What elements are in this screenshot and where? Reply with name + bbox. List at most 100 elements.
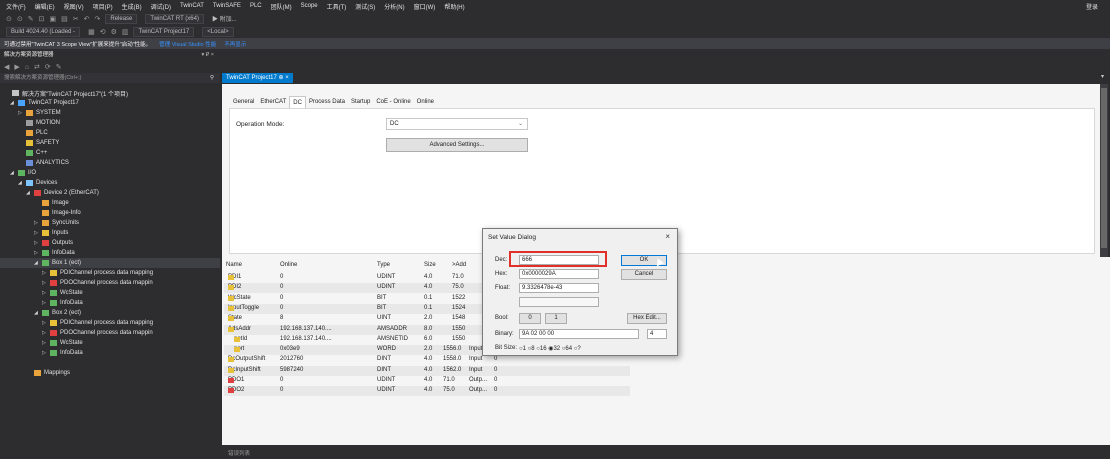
forward-icon[interactable]: ⊙ [17, 15, 23, 23]
column-header[interactable]: Size [424, 262, 436, 268]
hex-edit-button[interactable]: Hex Edit... [627, 313, 667, 324]
menu-item[interactable]: 分析(N) [384, 2, 404, 11]
document-tab[interactable]: TwinCAT Project17 ⊕ × [222, 73, 293, 83]
back-icon[interactable]: ◀ [4, 63, 9, 71]
new-project-icon[interactable]: ✎ [28, 15, 34, 23]
solution-search[interactable]: 搜索解决方案资源管理器(Ctrl+;) ⚲ [0, 73, 220, 83]
activate-config-icon[interactable]: ▦ [88, 28, 95, 36]
refresh-icon[interactable]: ⟳ [45, 63, 51, 71]
table-row[interactable]: DcInputShift 5987240 DINT 4.0 1562.0 Input 0 [224, 365, 630, 376]
tree-node[interactable]: Image-Info [34, 208, 81, 218]
bitsize-radio-group[interactable]: ○1 ○8 ○16 ◉32 ○64 ○? [519, 345, 581, 352]
tree-node[interactable]: ▷ WcState [42, 338, 83, 348]
tree-node[interactable]: ▷ WcState [42, 288, 83, 298]
tree-node[interactable]: ▷ InfoData [34, 248, 75, 258]
tree-node[interactable]: SAFETY [18, 138, 59, 148]
save-all-icon[interactable]: ▤ [61, 15, 68, 23]
column-header[interactable]: Online [280, 262, 297, 268]
forward-icon[interactable]: ▶ [14, 63, 19, 71]
expand-arrow-icon[interactable]: ▷ [42, 340, 50, 346]
error-list-tab[interactable]: 错误列表 [228, 449, 250, 457]
tab-coe-online[interactable]: CoE - Online [373, 96, 413, 108]
platform-select[interactable]: TwinCAT RT (x64) [145, 13, 204, 24]
float-input[interactable]: 9.3326478e-43 [519, 283, 599, 293]
operation-mode-select[interactable]: DC ⌄ [386, 118, 528, 130]
table-row[interactable]: DcOutputShift 2012760 DINT 4.0 1558.0 Input 0 [224, 355, 630, 365]
undo-icon[interactable]: ↶ [84, 15, 90, 23]
scrollbar-thumb[interactable] [1101, 88, 1107, 248]
expand-arrow-icon[interactable]: ▷ [42, 320, 50, 326]
pin-icon[interactable]: ⊕ [278, 75, 283, 81]
tab-dc[interactable]: DC [289, 96, 306, 108]
config-mode-icon[interactable]: ⚙ [111, 28, 117, 36]
menu-item[interactable]: 生成(B) [122, 2, 142, 11]
tree-node[interactable]: ◢ Device 2 (EtherCAT) [26, 188, 99, 198]
expand-arrow-icon[interactable]: ◢ [26, 190, 34, 196]
project-select[interactable]: TwinCAT Project17 [133, 26, 195, 37]
menu-item[interactable]: 调试(D) [151, 2, 171, 11]
menu-item[interactable]: Scope [301, 3, 318, 9]
expand-arrow-icon[interactable]: ▷ [42, 280, 50, 286]
tree-node[interactable]: ▷ PDOChannel process data mappin [42, 328, 153, 338]
menu-item[interactable]: 测试(S) [355, 2, 375, 11]
scan-icon[interactable]: ▥ [122, 28, 129, 36]
tree-node[interactable]: MOTION [18, 118, 60, 128]
back-icon[interactable]: ⊙ [6, 15, 12, 23]
menu-item[interactable]: 视图(V) [64, 2, 84, 11]
tree-node[interactable]: ▷ Inputs [34, 228, 68, 238]
attach-button[interactable]: ▶ 附加... [212, 14, 237, 23]
expand-arrow-icon[interactable]: ▷ [42, 290, 50, 296]
menu-item[interactable]: PLC [250, 3, 262, 9]
expand-arrow-icon[interactable]: ▷ [42, 300, 50, 306]
tab-online[interactable]: Online [414, 96, 437, 108]
tree-node[interactable]: ▷ InfoData [42, 348, 83, 358]
redo-icon[interactable]: ↷ [95, 15, 101, 23]
expand-arrow-icon[interactable]: ▷ [42, 330, 50, 336]
tree-node[interactable]: PLC [18, 128, 48, 138]
menu-item[interactable]: 项目(P) [93, 2, 113, 11]
editor-scrollbar[interactable] [1100, 84, 1108, 257]
hex-input[interactable]: 0x0000029A [519, 269, 599, 279]
advanced-settings-button[interactable]: Advanced Settings... [386, 138, 528, 152]
tree-node[interactable]: ▷ InfoData [42, 298, 83, 308]
menu-item[interactable]: TwinSAFE [213, 3, 241, 9]
expand-arrow-icon[interactable]: ▷ [42, 270, 50, 276]
menu-item[interactable]: TwinCAT [180, 3, 204, 9]
switch-views-icon[interactable]: ⇄ [34, 63, 40, 71]
tree-node[interactable]: ▷ PDIChannel process data mapping [42, 268, 153, 278]
binary-input[interactable]: 9A 02 00 00 [519, 329, 639, 339]
expand-arrow-icon[interactable]: ▷ [34, 230, 42, 236]
expand-arrow-icon[interactable]: ▷ [34, 220, 42, 226]
menu-item[interactable]: 编辑(E) [35, 2, 55, 11]
tree-node[interactable]: ▷ PDOChannel process data mappin [42, 278, 153, 288]
tree-node[interactable]: 解决方案"TwinCAT Project17"(1 个项目) [4, 88, 128, 98]
chevron-down-icon[interactable]: ▾ [1101, 73, 1104, 80]
tree-node[interactable]: ◢ Devices [18, 178, 57, 188]
expand-arrow-icon[interactable]: ◢ [18, 180, 26, 186]
tree-node[interactable]: ◢ Box 1 (ect) [0, 258, 220, 268]
expand-arrow-icon[interactable]: ◢ [10, 170, 18, 176]
column-header[interactable]: Name [226, 262, 242, 268]
home-icon[interactable]: ⌂ [25, 64, 29, 71]
tree-node[interactable]: ◢ I/O [10, 168, 36, 178]
configuration-select[interactable]: Release [105, 13, 138, 24]
tab-general[interactable]: General [230, 96, 257, 108]
tree-node[interactable]: ▷ PDIChannel process data mapping [42, 318, 153, 328]
tree-node[interactable]: ANALYTICS [18, 158, 69, 168]
expand-arrow-icon[interactable]: ▷ [42, 350, 50, 356]
column-header[interactable]: Type [377, 262, 390, 268]
panel-controls[interactable]: ▾ ₽ × [201, 50, 214, 61]
menu-item[interactable]: 帮助(H) [444, 2, 464, 11]
menu-item[interactable]: 工具(T) [327, 2, 347, 11]
expand-arrow-icon[interactable]: ▷ [34, 250, 42, 256]
tree-node[interactable]: C++ [18, 148, 47, 158]
table-row[interactable]: PDO2 0 UDINT 4.0 75.0 Outp... 0 [224, 386, 630, 397]
cancel-button[interactable]: Cancel [621, 269, 667, 280]
expand-arrow-icon[interactable]: ▷ [18, 110, 26, 116]
open-icon[interactable]: ⊡ [39, 15, 45, 23]
expand-arrow-icon[interactable]: ▷ [34, 240, 42, 246]
save-icon[interactable]: ▣ [50, 15, 57, 23]
restart-icon[interactable]: ⟲ [100, 28, 106, 36]
tree-node[interactable]: Image [34, 198, 69, 208]
login-link[interactable]: 登录 [1086, 2, 1098, 11]
